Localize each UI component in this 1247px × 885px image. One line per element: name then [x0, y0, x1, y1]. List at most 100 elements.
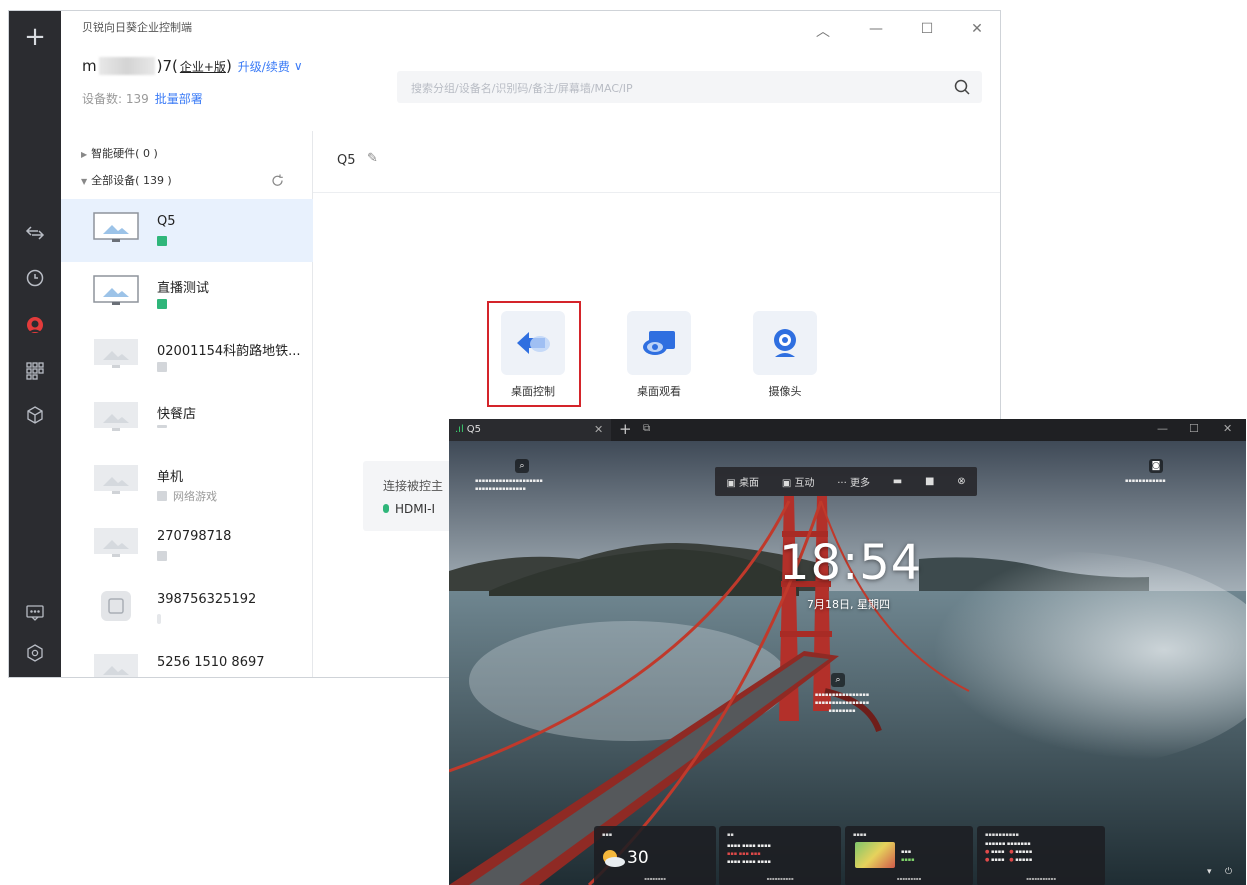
search-input[interactable]: 搜索分组/设备名/识别码/备注/屏幕墙/MAC/IP	[397, 71, 982, 103]
close-session-icon[interactable]: ⊗	[957, 476, 965, 487]
android-device-icon	[101, 591, 131, 621]
device-status: 网络游戏	[157, 488, 217, 504]
bulk-deploy-link[interactable]: 批量部署	[155, 92, 203, 106]
device-name: 快餐店	[157, 407, 197, 422]
device-row[interactable]: 快餐店	[61, 388, 313, 451]
capture-caption: ▪▪▪▪▪▪▪▪▪▪▪▪	[1125, 478, 1166, 484]
close-tab-icon[interactable]: ✕	[594, 423, 603, 436]
device-row[interactable]: 270798718	[61, 514, 313, 577]
camera-toolbar-icon[interactable]: ■	[925, 476, 934, 487]
cube-icon[interactable]	[21, 401, 49, 429]
desktop-view-button[interactable]: 桌面观看	[627, 311, 691, 399]
maximize-button[interactable]: ☐	[917, 21, 937, 37]
camera-button[interactable]: 摄像头	[753, 311, 817, 399]
map-widget[interactable]: ▪▪▪▪ ▪▪▪ ▪▪▪▪ ▪▪▪▪▪▪▪▪▪	[845, 826, 973, 885]
device-row[interactable]: 398756325192	[61, 577, 313, 640]
new-tab-icon[interactable]: +	[619, 420, 632, 438]
wallpaper-info-icon[interactable]: ⌕	[831, 673, 845, 687]
message-icon[interactable]	[21, 599, 49, 627]
device-tree: ▶ 智能硬件( 0 ) ▼ 全部设备( 139 ) Q5 直播测试 02001154…	[61, 131, 313, 677]
monitor-icon	[93, 212, 139, 242]
group-smart-hardware[interactable]: ▶ 智能硬件( 0 )	[81, 145, 158, 161]
remote-minimize-button[interactable]: —	[1157, 422, 1168, 435]
account-name-prefix: m	[82, 57, 97, 75]
device-name: 单机	[157, 470, 184, 485]
action-label: 桌面观看	[637, 385, 681, 398]
group-all-devices[interactable]: ▼ 全部设备( 139 )	[81, 172, 172, 188]
online-status-icon	[157, 236, 167, 246]
edition-label: 企业+版	[179, 59, 226, 74]
detail-device-name: Q5	[337, 153, 356, 168]
desktop-view-icon	[627, 311, 691, 375]
settings-icon[interactable]	[21, 639, 49, 667]
stocks-widget[interactable]: ▪▪ ▪▪▪▪ ▪▪▪▪ ▪▪▪▪ ▪▪▪ ▪▪▪ ▪▪▪ ▪▪▪▪ ▪▪▪▪ ▪▪…	[719, 826, 841, 885]
lock-screen-date: 7月18日, 星期四	[807, 598, 890, 611]
device-status	[157, 614, 167, 624]
history-clock-icon[interactable]	[21, 264, 49, 292]
sports-widget[interactable]: ▪▪▪▪▪▪▪▪▪▪ ▪▪▪▪▪▪ ▪▪▪▪▪▪▪ ● ▪▪▪▪ ● ▪▪▪▪▪ ●…	[977, 826, 1105, 885]
sports-scores: ▪▪▪▪▪▪ ▪▪▪▪▪▪▪ ● ▪▪▪▪ ● ▪▪▪▪▪ ● ▪▪▪▪ ● ▪▪▪…	[985, 841, 1033, 863]
detail-header: Q5 ✎	[313, 131, 1000, 193]
plus-icon[interactable]: +	[21, 23, 49, 51]
power-icon[interactable]: ⏻	[1225, 867, 1232, 877]
close-button[interactable]: ✕	[967, 21, 987, 37]
screen-icon[interactable]: ▬	[893, 476, 902, 487]
remote-arrows-icon[interactable]	[21, 219, 49, 247]
remote-tab[interactable]: .ıl Q5	[449, 419, 611, 441]
remote-close-button[interactable]: ✕	[1223, 422, 1232, 435]
title-bar: 贝锐向日葵企业控制端 ︿ — ☐ ✕ m )7( 企业+版 ) 升级/续费 ∨ …	[61, 11, 1000, 131]
weather-temperature: 30	[627, 848, 649, 868]
device-status	[157, 362, 173, 372]
minimize-button[interactable]: —	[866, 21, 886, 37]
device-name: 398756325192	[157, 592, 257, 607]
device-status	[157, 299, 173, 309]
toolbar-desktop-button[interactable]: ▣ 桌面	[726, 474, 759, 489]
wallpaper-caption: ▪▪▪▪▪▪▪▪▪▪▪▪▪▪▪▪▪▪▪▪ ▪▪▪▪▪▪▪▪▪▪▪▪▪▪▪	[475, 478, 543, 492]
connection-value-text: HDMI-I	[395, 502, 436, 516]
search-icon[interactable]	[952, 77, 972, 97]
detach-tab-icon[interactable]: ⧉	[643, 423, 650, 434]
edit-icon[interactable]: ✎	[367, 151, 378, 166]
golden-gate-wallpaper	[449, 441, 1246, 885]
connection-value: HDMI-I	[383, 502, 435, 516]
apps-grid-icon[interactable]	[21, 357, 49, 385]
group-label: 全部设备( 139 )	[91, 174, 172, 187]
device-name: Q5	[157, 214, 176, 229]
app-title: 贝锐向日葵企业控制端	[82, 21, 192, 34]
device-row-q5[interactable]: Q5	[61, 199, 313, 262]
lens-search-icon[interactable]: ⌕	[515, 459, 529, 473]
widget-footer: ▪▪▪▪▪▪▪▪▪	[896, 876, 922, 881]
group-label: 智能硬件( 0 )	[91, 147, 158, 160]
sunflower-logo-icon[interactable]	[21, 311, 49, 339]
device-row[interactable]: 直播测试	[61, 262, 313, 325]
weather-widget[interactable]: ▪▪▪ 30 ▪▪▪▪▪▪▪▪	[594, 826, 716, 885]
connection-label: 连接被控主	[383, 479, 444, 493]
device-status	[157, 425, 173, 428]
remote-toolbar: ▣ 桌面 ▣ 互动 ··· 更多 ▬ ■ ⊗	[715, 467, 977, 496]
edition-close: )	[225, 57, 232, 75]
remote-maximize-button[interactable]: ☐	[1189, 422, 1199, 435]
device-row[interactable]: 单机 网络游戏	[61, 451, 313, 514]
device-row[interactable]: 5256 1510 8697	[61, 640, 313, 677]
bridge-caption: ▪▪▪▪▪▪▪▪▪▪▪▪▪▪▪▪ ▪▪▪▪▪▪▪▪▪▪▪▪▪▪▪▪ ▪▪▪▪▪▪▪▪	[814, 692, 870, 714]
upgrade-link[interactable]: 升级/续费	[238, 58, 290, 75]
toolbar-label: 互动	[794, 478, 815, 489]
wifi-icon[interactable]: ▾	[1207, 867, 1212, 877]
caret-right-icon: ▶	[81, 150, 88, 159]
camera-capture-icon[interactable]: ◙	[1149, 459, 1163, 473]
remote-tab-bar: .ıl Q5 ✕ + ⧉ — ☐ ✕	[449, 419, 1246, 441]
collapse-icon[interactable]: ︿	[813, 21, 833, 41]
toolbar-interact-button[interactable]: ▣ 互动	[782, 474, 815, 489]
account-name-redacted	[98, 57, 155, 75]
toolbar-more-button[interactable]: ··· 更多	[837, 474, 870, 489]
device-status	[157, 551, 173, 561]
left-rail: +	[9, 11, 61, 677]
chevron-down-icon[interactable]: ∨	[294, 59, 303, 73]
refresh-icon[interactable]	[271, 174, 284, 190]
monitor-offline-icon	[94, 528, 138, 557]
monitor-icon	[93, 275, 139, 305]
device-count: 设备数: 139 批量部署	[82, 90, 203, 107]
remote-desktop-screen[interactable]: ▣ 桌面 ▣ 互动 ··· 更多 ▬ ■ ⊗ ⌕ ▪▪▪▪▪▪▪▪▪▪▪▪▪▪▪…	[449, 441, 1246, 885]
device-name: 5256 1510 8697	[157, 655, 265, 670]
device-row[interactable]: 02001154科韵路地铁...	[61, 325, 313, 388]
